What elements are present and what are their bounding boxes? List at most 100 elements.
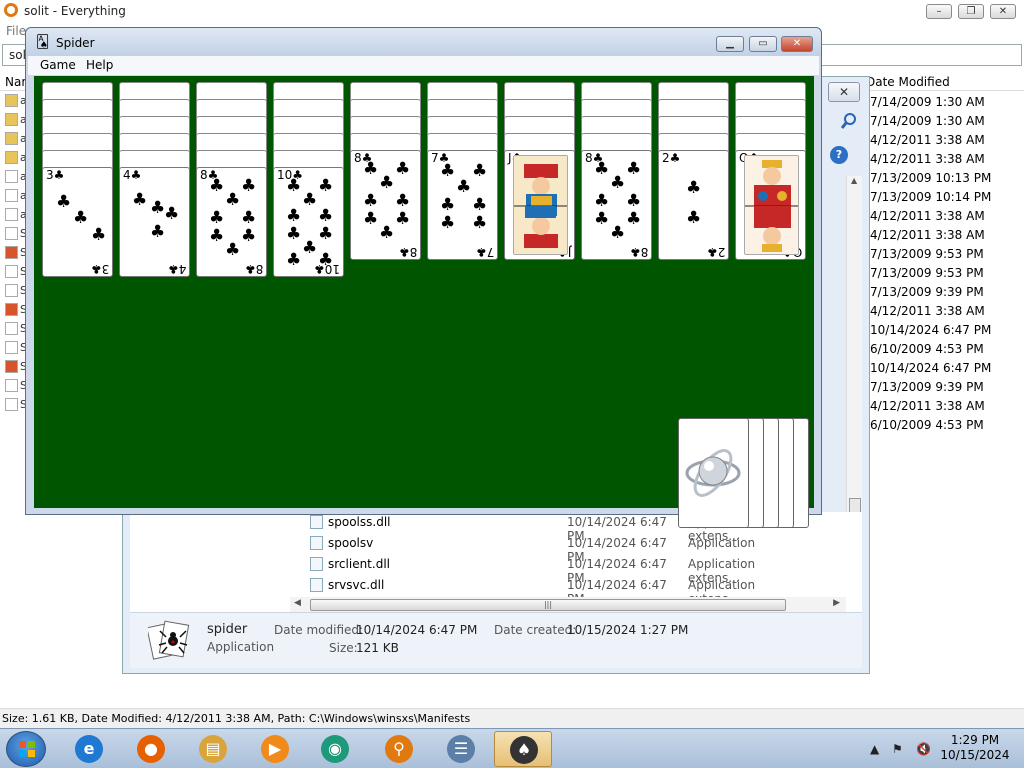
result-file-icon [5, 94, 18, 107]
club-pip-icon: ♣ [225, 190, 241, 210]
dll-file-icon [310, 515, 323, 529]
card-rank-text: 4 [123, 168, 131, 182]
taskbar-button[interactable]: ◉ [306, 731, 364, 767]
scroll-up-icon[interactable]: ▲ [851, 176, 857, 185]
card-rank-bottom: 2♣ [707, 245, 725, 259]
clock-time: 1:29 PM [950, 733, 1000, 747]
face-up-card[interactable]: 10♣ 10♣ ♣ ♣ ♣ ♣ ♣ ♣ ♣ ♣ ♣ ♣ [273, 167, 344, 277]
face-up-card[interactable]: 7♣ 7♣ ♣ ♣ ♣ ♣ ♣ ♣ ♣ [427, 150, 498, 260]
club-pip-icon: ♣ [286, 206, 302, 226]
face-up-card[interactable]: 8♣ 8♣ ♣ ♣ ♣ ♣ ♣ ♣ ♣ ♣ [196, 167, 267, 277]
club-pip-icon: ♣ [395, 159, 411, 179]
explorer-search-icon[interactable] [838, 111, 860, 131]
spider-window-title: Spider [56, 36, 95, 50]
card-rank-bottom: 4♣ [168, 262, 186, 276]
club-pip-icon: ♣ [472, 195, 488, 215]
club-pip-icon: ♣ [286, 176, 302, 196]
club-suit-icon: ♣ [53, 168, 65, 182]
taskbar-button[interactable]: ▶ [246, 731, 304, 767]
face-up-card[interactable]: J♣J♣ [504, 150, 575, 260]
scroll-right-icon[interactable]: ▶ [833, 598, 840, 608]
card-rank-text: 7 [486, 245, 494, 259]
club-pip-icon: ♣ [379, 223, 395, 243]
club-pip-icon: ♣ [286, 224, 302, 244]
file-row[interactable]: srclient.dll 10/14/2024 6:47 PM Applicat… [130, 554, 755, 585]
club-pip-icon: ♣ [363, 209, 379, 229]
file-row[interactable]: srvsvc.dll 10/14/2024 6:47 PM Applicatio… [130, 575, 755, 606]
result-date-modified: 4/12/2011 3:38 AM [870, 152, 985, 166]
queen-figure-icon [744, 155, 799, 255]
result-file-icon [5, 322, 18, 335]
taskbar-apps: e ● ▤ ▶ ◉ ⚲ ☰ ♠ [0, 729, 860, 768]
everything-minimize-button[interactable]: – [926, 4, 952, 19]
face-up-card[interactable]: 4♣ 4♣ ♣ ♣ ♣ ♣ [119, 167, 190, 277]
result-date-modified: 7/13/2009 10:14 PM [870, 190, 992, 204]
card-rank-text: 2 [717, 245, 725, 259]
everything-status-bar: Size: 1.61 KB, Date Modified: 4/12/2011 … [0, 708, 1024, 728]
spider-maximize-button[interactable]: ▭ [749, 36, 777, 52]
volume-muted-icon[interactable]: 🔇 [916, 742, 931, 756]
tray-show-hidden-icon[interactable]: ▲ [870, 742, 879, 756]
taskbar-button[interactable]: ▤ [184, 731, 242, 767]
stock-pile[interactable] [678, 418, 749, 528]
media-player-icon: ▶ [261, 735, 289, 763]
spider-window: 🂡 Spider ▁ ▭ ✕ Game Help 3♣ 3♣ ♣ ♣ ♣ 4♣ 4♣ ♣ ♣ ♣ ♣… [25, 27, 822, 528]
everything-close-button[interactable]: ✕ [990, 4, 1016, 19]
club-pip-icon: ♣ [302, 238, 318, 258]
scroll-left-icon[interactable]: ◀ [294, 598, 301, 608]
club-pip-icon: ♣ [456, 177, 472, 197]
club-pip-icon: ♣ [318, 250, 334, 270]
menu-game[interactable]: Game [40, 58, 76, 72]
card-back-orb-icon [685, 449, 741, 497]
exe-file-icon [310, 536, 323, 550]
club-pip-icon: ♣ [302, 190, 318, 210]
result-file-icon [5, 132, 18, 145]
column-date-modified-header[interactable]: Date Modified [866, 75, 950, 89]
face-up-card[interactable]: 3♣ 3♣ ♣ ♣ ♣ [42, 167, 113, 277]
result-date-modified: 6/10/2009 4:53 PM [870, 342, 984, 356]
club-pip-icon: ♣ [379, 173, 395, 193]
explorer-close-button[interactable]: ✕ [828, 82, 860, 102]
taskbar-button[interactable]: ☰ [432, 731, 490, 767]
face-up-card[interactable]: 8♣ 8♣ ♣ ♣ ♣ ♣ ♣ ♣ ♣ ♣ [581, 150, 652, 260]
network-icon[interactable]: ⚑ [892, 742, 903, 756]
face-up-card[interactable]: 8♣ 8♣ ♣ ♣ ♣ ♣ ♣ ♣ ♣ ♣ [350, 150, 421, 260]
spider-title-icon: 🂡 [36, 35, 50, 50]
taskbar-clock[interactable]: 1:29 PM 10/15/2024 [930, 733, 1020, 763]
dll-file-icon [310, 557, 323, 571]
club-pip-icon: ♣ [241, 176, 257, 196]
explorer-details-pane: spider Application Date modified: 10/14/… [130, 612, 862, 668]
face-up-card[interactable]: Q♣Q♣ [735, 150, 806, 260]
menu-help[interactable]: Help [86, 58, 113, 72]
club-pip-icon: ♣ [91, 225, 107, 245]
club-pip-icon: ♣ [440, 213, 456, 233]
result-file-icon [5, 341, 18, 354]
everything-titlebar: solit - Everything – ❐ ✕ [0, 0, 1024, 22]
spider-titlebar[interactable]: 🂡 Spider ▁ ▭ ✕ [26, 28, 821, 56]
taskbar-button[interactable]: ♠ [494, 731, 552, 767]
everything-app-icon [4, 3, 18, 17]
result-file-icon [5, 170, 18, 183]
club-pip-icon: ♣ [610, 173, 626, 193]
file-name: srvsvc.dll [328, 578, 385, 592]
taskbar-button[interactable]: e [60, 731, 118, 767]
file-row[interactable]: spoolss.dll 10/14/2024 6:47 PM Applicati… [130, 512, 755, 543]
taskbar-button[interactable]: ● [122, 731, 180, 767]
club-pip-icon: ♣ [594, 191, 610, 211]
club-pip-icon: ♣ [472, 161, 488, 181]
card-rank-text: 8 [409, 245, 417, 259]
club-pip-icon: ♣ [594, 159, 610, 179]
file-row[interactable]: spoolsv 10/14/2024 6:47 PM Application [130, 533, 755, 564]
spider-close-button[interactable]: ✕ [781, 36, 813, 52]
taskbar-button[interactable]: ⚲ [370, 731, 428, 767]
horizontal-scroll-thumb[interactable]: ||| [310, 599, 786, 611]
club-pip-icon: ♣ [56, 192, 72, 212]
club-pip-icon: ♣ [626, 209, 642, 229]
club-pip-icon: ♣ [150, 222, 166, 242]
result-file-icon [5, 246, 18, 259]
everything-maximize-button[interactable]: ❐ [958, 4, 984, 19]
spider-minimize-button[interactable]: ▁ [716, 36, 744, 52]
explorer-help-icon[interactable]: ? [830, 146, 848, 164]
face-up-card[interactable]: 2♣ 2♣ ♣ ♣ [658, 150, 729, 260]
club-pip-icon: ♣ [472, 213, 488, 233]
